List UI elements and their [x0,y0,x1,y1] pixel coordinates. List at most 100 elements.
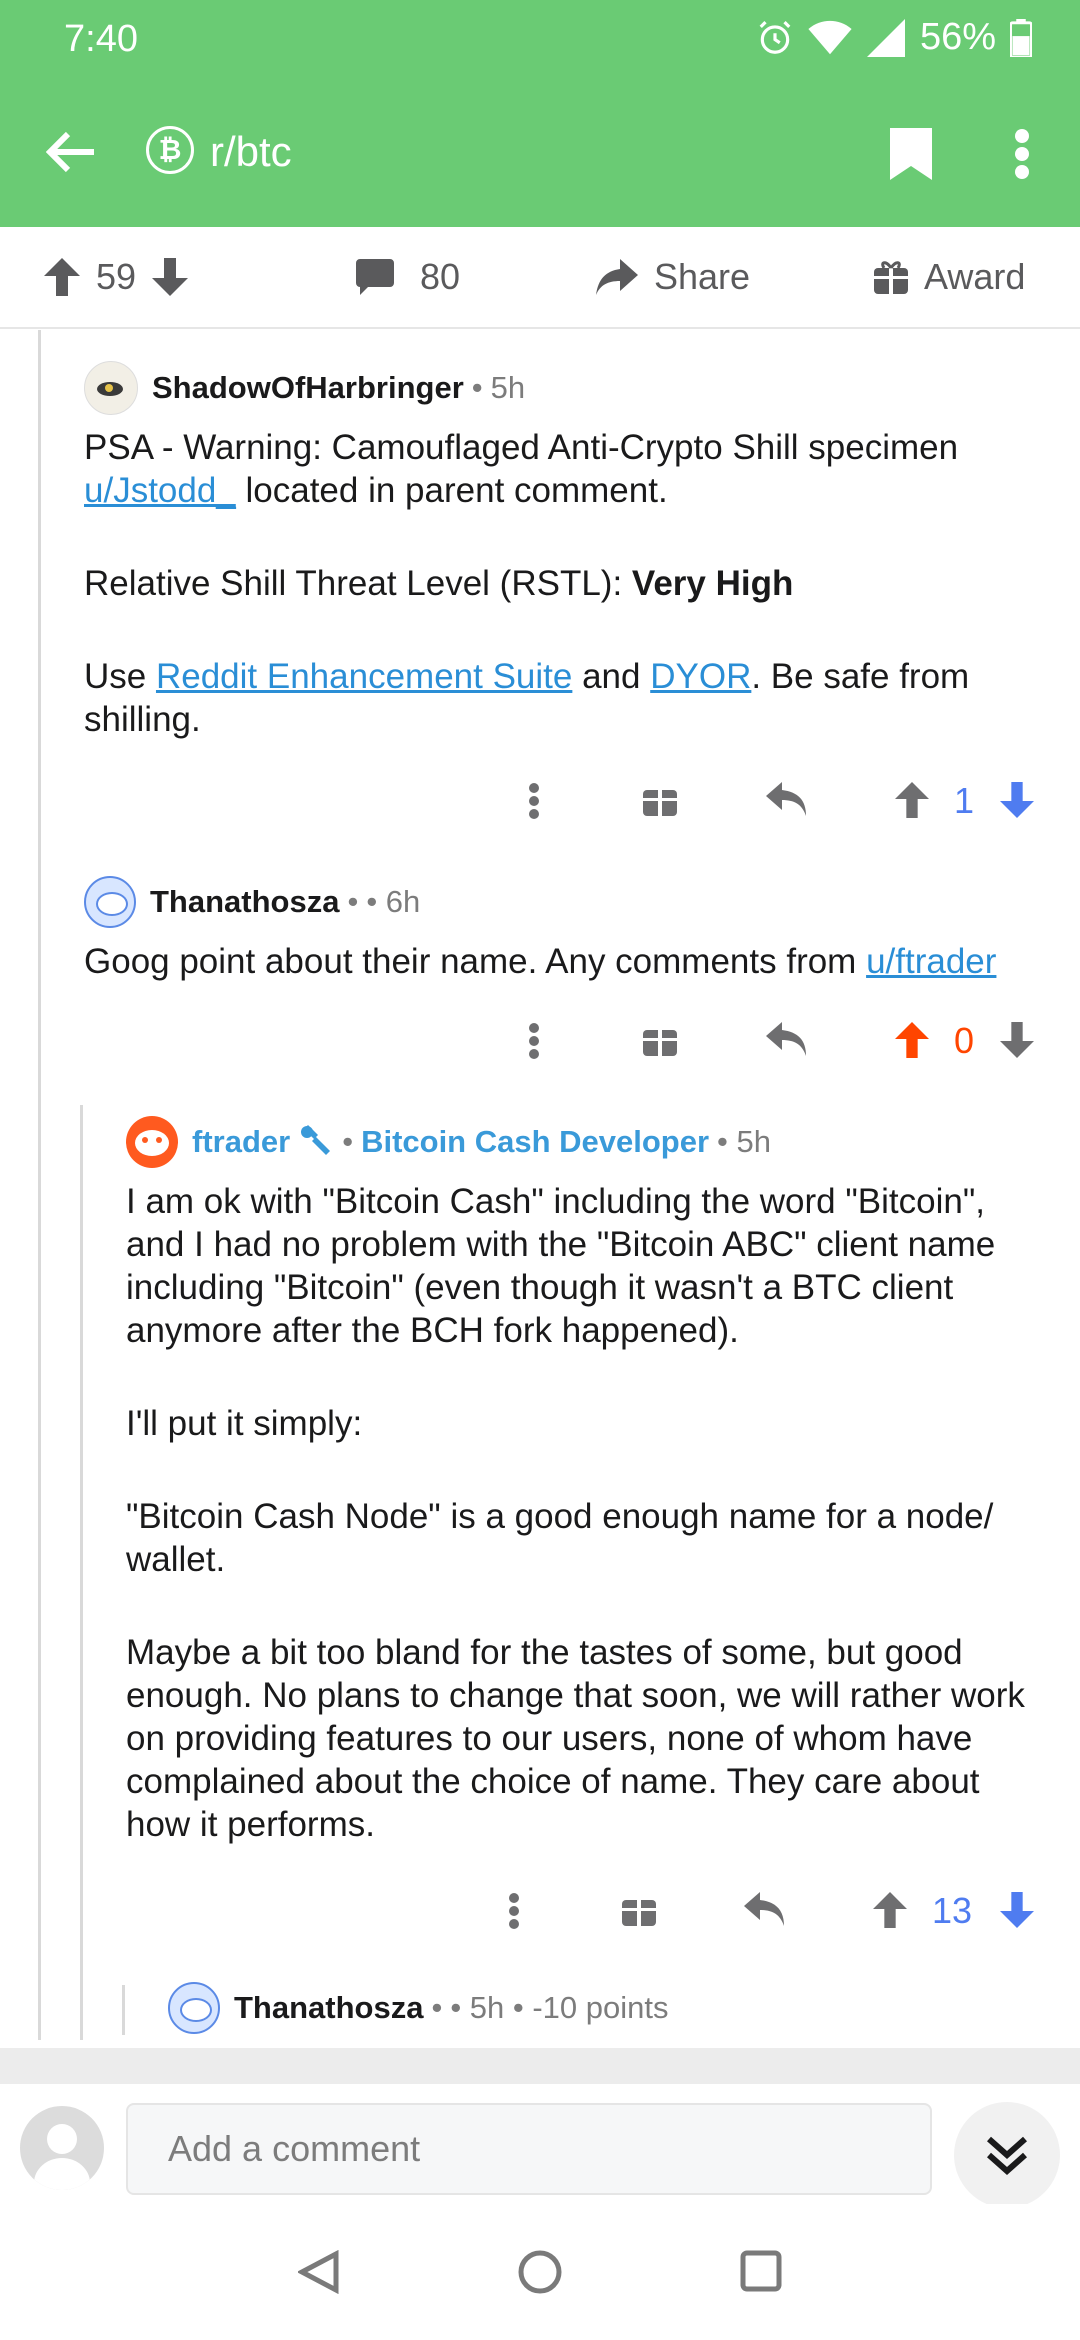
upvote-icon[interactable] [895,782,929,818]
body-text: PSA - Warning: Camouflaged Anti-Crypto S… [84,428,959,467]
body-text: Use [84,657,156,696]
more-vert-icon[interactable] [528,782,540,820]
upvote-icon[interactable] [44,258,80,296]
back-arrow-icon[interactable] [46,130,96,174]
post-vote: 59 [44,227,189,327]
upvote-icon[interactable] [895,1022,929,1058]
gift-icon [874,261,908,294]
comment-composer-bar: Add a comment [0,2084,1080,2208]
gift-icon[interactable] [622,1892,656,1926]
comment-age: 5h [490,370,526,405]
body-text: located in parent comment. [235,471,668,510]
reply-icon[interactable] [744,1892,784,1926]
comment-actions: 1 [0,780,1080,822]
comment-body: I am ok with "Bitcoin Cash" including th… [126,1180,1046,1846]
add-comment-input[interactable]: Add a comment [126,2103,932,2195]
downvote-icon[interactable] [1000,1892,1034,1928]
body-paragraph: I'll put it simply: [126,1404,363,1443]
comment-body: PSA - Warning: Camouflaged Anti-Crypto S… [84,426,1044,741]
body-paragraph: Maybe a bit too bland for the tastes of … [126,1633,1025,1844]
body-bold-text: Very High [631,564,794,603]
comment-header: ftrader • Bitcoin Cash Developer • 5h [126,1114,1046,1170]
downvote-icon[interactable] [1000,1022,1034,1058]
separator: • [342,1124,354,1159]
body-text: Goog point about their name. Any comment… [84,942,867,981]
wrench-icon [301,1125,331,1155]
share-icon [596,259,638,295]
share-label: Share [654,256,751,297]
dyor-link[interactable]: DYOR [650,657,751,696]
comment-author[interactable]: ShadowOfHarbringer [152,370,464,406]
comment-age: • 5h [717,1124,771,1159]
res-link[interactable]: Reddit Enhancement Suite [156,657,572,696]
collapse-button[interactable] [954,2102,1060,2208]
app-header: 7:40 56% ₿ r/btc [0,0,1080,227]
separator: • [347,884,359,919]
comment-icon [356,259,394,295]
body-text: Relative Shill Threat Level (RSTL): [84,564,632,603]
avatar[interactable] [84,876,136,928]
avatar[interactable] [84,361,138,415]
downvote-icon[interactable] [1000,782,1034,818]
status-icons: 56% [756,16,1032,59]
status-time: 7:40 [64,18,138,60]
comment-actions: 13 [0,1890,1080,1932]
comment-author[interactable]: ftrader [192,1124,290,1160]
battery-icon [1010,18,1032,57]
downvote-icon[interactable] [152,258,189,296]
comment-header: ShadowOfHarbringer • 5h [84,360,1044,416]
back-nav-icon[interactable] [298,2250,340,2294]
share-button[interactable]: Share [596,227,750,327]
post-action-bar: 59 80 Share Award [0,227,1080,329]
wifi-icon [808,20,852,54]
separator: • [431,1990,443,2025]
avatar[interactable] [126,1116,178,1168]
signal-icon [866,18,905,57]
comments-button[interactable]: 80 [356,227,460,327]
bitcoin-icon: ₿ [146,126,194,174]
recents-nav-icon[interactable] [740,2250,782,2292]
battery-percent: 56% [919,16,996,58]
thread-line [38,330,41,2040]
comment-age: • 6h [366,884,421,919]
more-vert-icon[interactable] [528,1022,540,1060]
comment-body: Goog point about their name. Any comment… [84,940,1074,983]
comment-author[interactable]: Thanathosza [150,884,339,920]
comment-score: 0 [954,1020,975,1061]
more-vert-icon[interactable] [1010,128,1034,180]
gift-icon[interactable] [643,782,677,816]
reply-icon[interactable] [766,782,806,816]
thread-line [122,1985,125,2035]
body-text: and [572,657,651,696]
comment-score: 1 [954,780,975,821]
more-vert-icon[interactable] [508,1892,520,1930]
system-nav-bar [0,2204,1080,2340]
user-avatar-icon[interactable] [20,2106,104,2190]
home-nav-icon[interactable] [518,2250,562,2294]
avatar[interactable] [168,1982,220,2034]
comment: ShadowOfHarbringer • 5h PSA - Warning: C… [84,360,1044,741]
user-link[interactable]: u/Jstodd_ [84,471,236,510]
alarm-icon [759,20,791,54]
comment: Thanathosza • • 6h Goog point about thei… [84,874,1074,983]
comment-count: 80 [420,256,461,297]
award-button[interactable]: Award [874,227,1025,327]
comment: ftrader • Bitcoin Cash Developer • 5h I … [126,1114,1046,1846]
subreddit-title[interactable]: r/btc [210,128,292,176]
post-score: 59 [96,256,137,297]
collapse-icon [987,2136,1027,2176]
comment[interactable]: Thanathosza • • 5h • -10 points [168,1980,1048,2036]
user-link[interactable]: u/ftrader [866,942,996,981]
upvote-icon[interactable] [873,1892,907,1928]
body-paragraph: "Bitcoin Cash Node" is a good enough nam… [126,1497,994,1579]
user-flair: Bitcoin Cash Developer [361,1124,710,1159]
comment-header: Thanathosza • • 5h • -10 points [168,1980,1048,2036]
divider-strip [0,2048,1080,2084]
gift-icon[interactable] [643,1022,677,1056]
award-label: Award [924,256,1026,297]
comment-meta: • 5h • -10 points [450,1990,669,2025]
comment-author[interactable]: Thanathosza [234,1990,423,2026]
reply-icon[interactable] [766,1022,806,1056]
separator: • [471,370,483,405]
bookmark-icon[interactable] [890,128,932,180]
